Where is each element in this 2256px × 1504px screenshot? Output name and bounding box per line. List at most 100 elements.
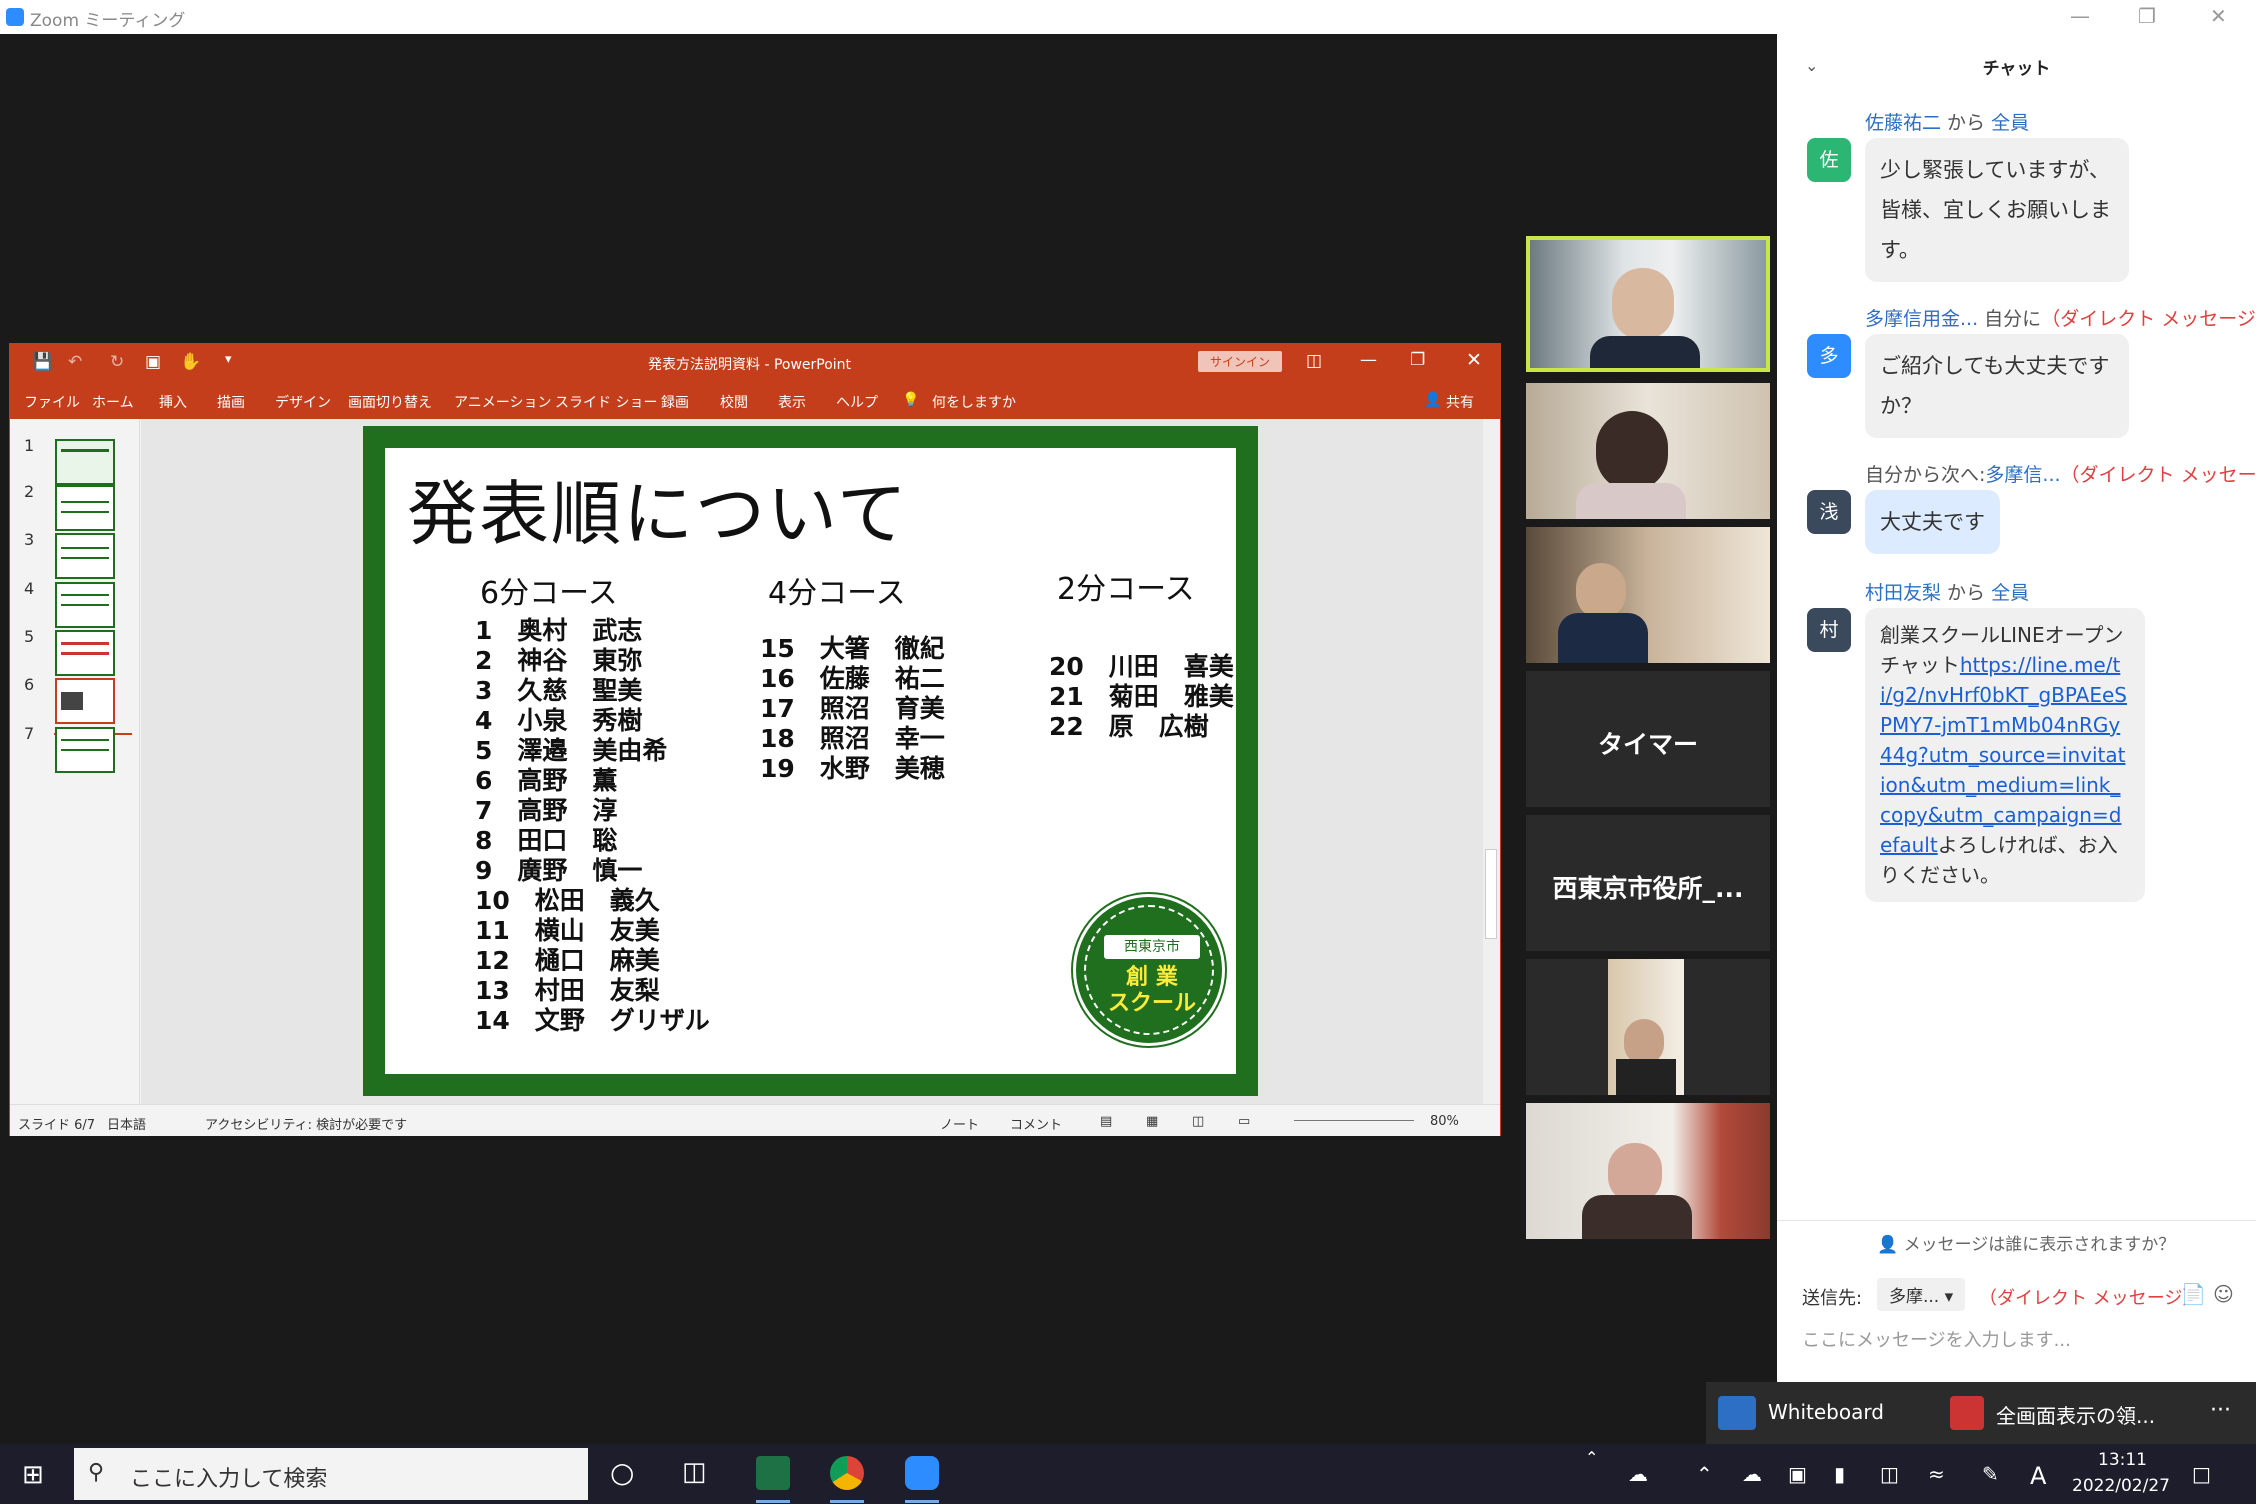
search-input[interactable]: ここに入力して検索 bbox=[130, 1461, 327, 1493]
chat-link[interactable]: https://line.me/ti/g2/nvHrf0bKT_gBPAEeSP… bbox=[1880, 653, 2127, 857]
slide-thumbnail-2[interactable] bbox=[55, 485, 115, 531]
slide-thumbnail-1[interactable] bbox=[55, 439, 115, 485]
comments-button[interactable]: コメント bbox=[1010, 1114, 1062, 1133]
zoom-app-icon[interactable] bbox=[905, 1456, 939, 1490]
chat-message: ご紹介しても大丈夫ですか？ bbox=[1865, 334, 2129, 438]
clock-time[interactable]: 13:11 bbox=[2098, 1450, 2147, 1470]
list-item: 6 高野 薫 bbox=[475, 766, 618, 795]
emoji-icon[interactable]: ☺ bbox=[2213, 1282, 2234, 1306]
tab-view[interactable]: 表示 bbox=[778, 392, 806, 412]
slide-thumbnail-4[interactable] bbox=[55, 582, 115, 628]
more-button[interactable]: ··· bbox=[2210, 1398, 2231, 1423]
close-button[interactable]: ✕ bbox=[2210, 4, 2227, 28]
cortana-icon[interactable]: ○ bbox=[610, 1456, 634, 1489]
slide-thumbnail-6[interactable] bbox=[55, 678, 115, 724]
ime-indicator[interactable]: A bbox=[2030, 1462, 2046, 1490]
seal-city: 西東京市 bbox=[1104, 935, 1200, 959]
chat-sender: 佐藤祐二 から 全員 bbox=[1865, 112, 2030, 134]
visibility-info[interactable]: 👤 メッセージは誰に表示されますか？ bbox=[1877, 1230, 2175, 1255]
task-view-icon[interactable]: ◫ bbox=[682, 1457, 707, 1487]
security-icon[interactable]: ▣ bbox=[1788, 1462, 1807, 1486]
tab-draw[interactable]: 描画 bbox=[217, 392, 245, 412]
slide-thumbnail-7[interactable] bbox=[55, 727, 115, 773]
chat-input[interactable]: ここにメッセージを入力します... bbox=[1802, 1326, 2071, 1352]
list-item: 2 神谷 東弥 bbox=[475, 646, 643, 675]
tab-animations[interactable]: アニメーション bbox=[454, 392, 551, 412]
fullscreen-button[interactable]: 全画面表示の領... bbox=[1996, 1400, 2155, 1429]
course2-heading: 2分コース bbox=[1057, 572, 1195, 607]
taskbar-scroll-icon[interactable]: ⌃ bbox=[1585, 1448, 1598, 1467]
network-display-icon[interactable]: ◫ bbox=[1880, 1462, 1899, 1486]
sorter-view-icon[interactable]: ▦ bbox=[1146, 1114, 1158, 1129]
taskbar-search[interactable]: ⚲ ここに入力して検索 bbox=[74, 1448, 588, 1500]
start-icon[interactable]: ⊞ bbox=[22, 1460, 44, 1490]
ppt-close-button[interactable]: ✕ bbox=[1466, 349, 1482, 371]
fullscreen-icon[interactable] bbox=[1950, 1396, 1984, 1430]
chat-sender: 多摩信用金... 自分に（ダイレクト メッセージ） bbox=[1865, 308, 2256, 330]
thumb-number: 7 bbox=[24, 724, 35, 743]
video-tile[interactable] bbox=[1526, 959, 1770, 1095]
tab-design[interactable]: デザイン bbox=[275, 392, 331, 412]
tray-chevron-icon[interactable]: ⌃ bbox=[1696, 1462, 1713, 1486]
accessibility-status[interactable]: アクセシビリティ: 検討が必要です bbox=[205, 1114, 407, 1133]
signin-button[interactable]: サインイン bbox=[1198, 351, 1283, 372]
ppt-minimize-button[interactable]: — bbox=[1360, 350, 1377, 370]
tab-help[interactable]: ヘルプ bbox=[836, 392, 878, 412]
video-tile[interactable] bbox=[1526, 1103, 1770, 1239]
tab-slideshow[interactable]: スライド ショー bbox=[555, 392, 657, 412]
video-tile-active-speaker[interactable] bbox=[1526, 236, 1770, 372]
weather-icon[interactable]: ☁ bbox=[1628, 1462, 1648, 1486]
slideshow-view-icon[interactable]: ▭ bbox=[1238, 1114, 1250, 1129]
zoom-slider[interactable] bbox=[1294, 1120, 1414, 1121]
participant-body bbox=[1558, 613, 1648, 663]
slide-thumbnail-5[interactable] bbox=[55, 630, 115, 676]
minimize-button[interactable]: — bbox=[2070, 4, 2090, 28]
send-to-dropdown[interactable]: 多摩... ▾ bbox=[1877, 1278, 1966, 1311]
tab-transitions[interactable]: 画面切り替え bbox=[348, 392, 432, 412]
scroll-thumb[interactable] bbox=[1485, 849, 1497, 939]
slide-thumbnail-3[interactable] bbox=[55, 533, 115, 579]
video-tile-city-hall[interactable]: 西東京市役所_... bbox=[1526, 815, 1770, 951]
send-to-label: 送信先: bbox=[1802, 1288, 1863, 1309]
list-item: 11 横山 友美 bbox=[475, 916, 660, 945]
redo-icon[interactable]: ↻ bbox=[110, 352, 124, 372]
excel-icon[interactable] bbox=[756, 1456, 790, 1490]
notification-icon[interactable]: □ bbox=[2192, 1462, 2211, 1486]
vertical-scrollbar[interactable] bbox=[1483, 419, 1500, 1104]
whiteboard-button[interactable]: Whiteboard bbox=[1768, 1400, 1884, 1424]
seal-school: 創 業 スクール bbox=[1107, 965, 1196, 1016]
touch-icon[interactable]: ✋ bbox=[180, 352, 201, 372]
pen-icon[interactable]: ✎ bbox=[1982, 1462, 1999, 1486]
reading-view-icon[interactable]: ◫ bbox=[1192, 1114, 1204, 1129]
tab-record[interactable]: 録画 bbox=[661, 392, 689, 412]
clock-date[interactable]: 2022/02/27 bbox=[2072, 1476, 2170, 1496]
chrome-icon[interactable] bbox=[830, 1456, 864, 1490]
ppt-restore-button[interactable]: ❐ bbox=[1410, 350, 1425, 370]
tab-insert[interactable]: 挿入 bbox=[159, 392, 187, 412]
restore-button[interactable]: ❐ bbox=[2138, 4, 2156, 28]
normal-view-icon[interactable]: ▤ bbox=[1100, 1114, 1112, 1129]
file-icon[interactable]: 📄 bbox=[2181, 1282, 2206, 1306]
slide-title: 発表順について bbox=[407, 473, 909, 555]
present-icon[interactable]: ▣ bbox=[145, 352, 161, 372]
video-tile-timer[interactable]: タイマー bbox=[1526, 671, 1770, 807]
zoom-level[interactable]: 80% bbox=[1430, 1114, 1459, 1129]
ribbon-display-icon[interactable]: ◫ bbox=[1306, 351, 1322, 371]
video-tile[interactable] bbox=[1526, 383, 1770, 519]
tab-home[interactable]: ホーム bbox=[92, 392, 134, 412]
share-button[interactable]: 共有 bbox=[1446, 392, 1474, 412]
usb-icon[interactable]: ▮ bbox=[1834, 1462, 1845, 1486]
customize-qat-icon[interactable]: ▾ bbox=[225, 352, 232, 367]
onedrive-icon[interactable]: ☁ bbox=[1742, 1462, 1762, 1486]
language-indicator[interactable]: 日本語 bbox=[107, 1114, 146, 1133]
undo-icon[interactable]: ↶ bbox=[68, 352, 82, 372]
whiteboard-icon[interactable] bbox=[1718, 1396, 1756, 1430]
tell-me-input[interactable]: 何をしますか bbox=[932, 392, 1016, 412]
tab-review[interactable]: 校閲 bbox=[720, 392, 748, 412]
chat-sender: 自分から次へ:多摩信...（ダイレクト メッセージ） bbox=[1865, 464, 2256, 486]
save-icon[interactable]: 💾 bbox=[32, 352, 53, 372]
notes-button[interactable]: ノート bbox=[940, 1114, 979, 1133]
video-tile[interactable] bbox=[1526, 527, 1770, 663]
tab-file[interactable]: ファイル bbox=[24, 392, 80, 412]
wifi-icon[interactable]: ≈ bbox=[1928, 1462, 1945, 1486]
